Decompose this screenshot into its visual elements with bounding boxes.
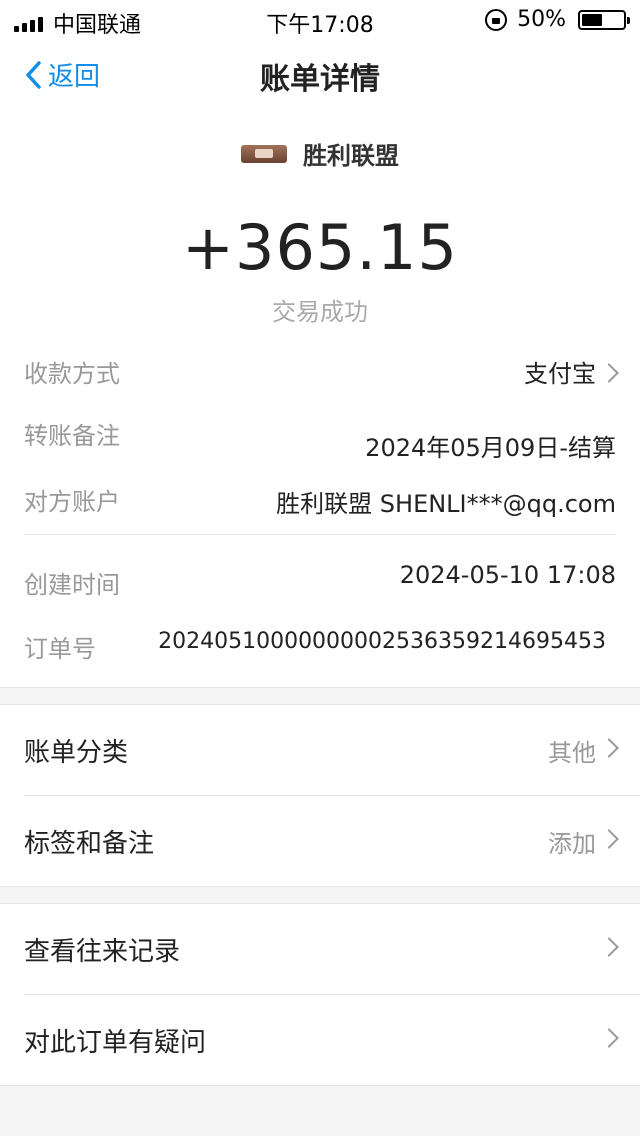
view-history-row[interactable]: 查看往来记录 [0,904,640,994]
detail-label: 订单号 [24,635,96,663]
battery-percent: 50% [517,7,566,32]
section-gap [0,687,640,705]
battery-icon [578,9,630,30]
row-value: 其他 [548,738,596,767]
detail-row-payment-method[interactable]: 收款方式 支付宝 [24,340,619,404]
row-label: 标签和备注 [24,828,155,859]
battery-fill [582,13,602,26]
row-label: 账单分类 [24,737,129,768]
merchant: 胜利联盟 [0,136,640,171]
transaction-summary: 胜利联盟 +365.15 交易成功 [0,106,640,340]
bill-category-row[interactable]: 账单分类 其他 [0,705,640,795]
bill-options-section: 账单分类 其他 标签和备注 添加 [0,705,640,886]
detail-value: 2024年05月09日-结算 [365,434,616,462]
row-value: 添加 [548,829,596,858]
row-right [596,937,619,957]
chevron-right-icon [599,829,619,849]
detail-value-wrap: 支付宝 [524,354,619,389]
detail-row-created-time: 创建时间 2024-05-10 17:08 [24,535,616,629]
details-section: 收款方式 支付宝 转账备注 2024年05月09日-结算 对方账户 胜利联盟 S… [0,340,640,687]
records-section: 查看往来记录 对此订单有疑问 [0,904,640,1085]
order-question-row[interactable]: 对此订单有疑问 [0,995,640,1085]
chevron-right-icon [599,738,619,758]
chevron-right-icon [599,1028,619,1048]
detail-value: 20240510000000002536359214695453 [158,629,606,654]
transaction-amount: +365.15 [182,211,458,284]
detail-value: 胜利联盟 SHENLI***@qq.com [276,490,616,518]
detail-label: 转账备注 [24,422,120,450]
row-label: 对此订单有疑问 [24,1027,207,1058]
chevron-right-icon [599,937,619,957]
detail-value: 支付宝 [524,360,596,388]
chevron-right-icon [599,363,619,383]
detail-row-transfer-note: 转账备注 2024年05月09日-结算 [24,404,616,468]
tags-notes-row[interactable]: 标签和备注 添加 [0,796,640,886]
detail-label: 创建时间 [24,571,120,599]
merchant-name: 胜利联盟 [303,142,399,170]
section-gap [0,1085,640,1102]
detail-value: 2024-05-10 17:08 [399,561,616,589]
section-gap [0,886,640,904]
merchant-logo [241,144,287,163]
row-right [596,1028,619,1048]
detail-row-counterparty: 对方账户 胜利联盟 SHENLI***@qq.com [24,468,616,534]
row-label: 查看往来记录 [24,936,181,967]
orientation-lock-icon [485,8,508,31]
nav-bar: 返回 账单详情 [0,40,640,106]
page-title: 账单详情 [260,62,380,97]
status-bar: 中国联通 下午17:08 50% [0,0,640,40]
detail-label: 收款方式 [24,360,120,388]
transaction-status: 交易成功 [272,298,368,326]
detail-row-order-number: 订单号 20240510000000002536359214695453 [24,629,616,687]
detail-label: 对方账户 [24,488,120,516]
row-right: 其他 [548,733,619,768]
row-right: 添加 [548,824,619,859]
